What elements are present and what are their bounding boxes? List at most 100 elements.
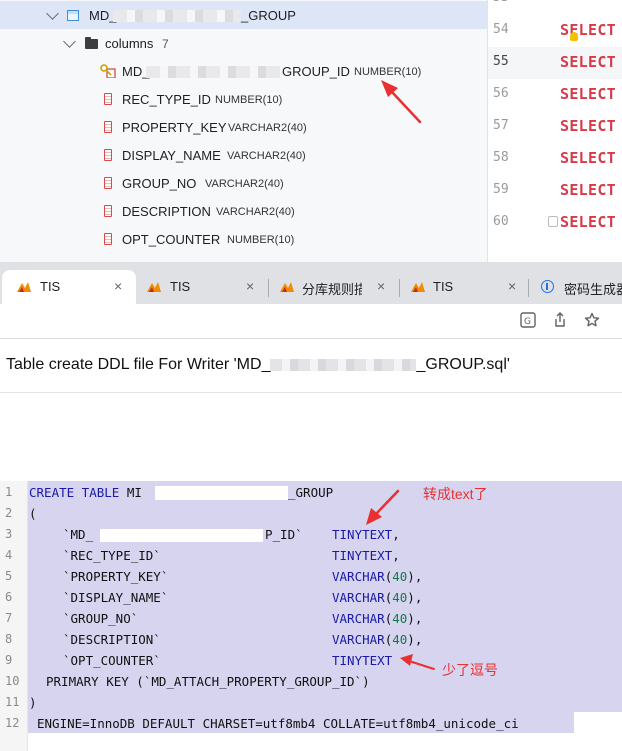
tab-close-icon[interactable]: × (246, 278, 254, 294)
browser-tab[interactable]: 分库规则描述 × (269, 270, 399, 304)
tree-column-item[interactable]: DISPLAY_NAME VARCHAR2(40) (0, 141, 487, 169)
sql-code-block[interactable]: 1 2 3 4 5 6 7 8 9 10 11 12 CREATE TABLE … (0, 481, 622, 751)
folder-icon (85, 37, 98, 49)
line-number: 56 (493, 86, 509, 101)
tree-column-item[interactable]: REC_TYPE_ID NUMBER(10) (0, 85, 487, 113)
editor-line[interactable]: 58 SELECT (488, 143, 622, 175)
intention-bulb-icon[interactable] (570, 32, 578, 41)
sql-column-name: `OPT_COUNTER` (63, 653, 161, 668)
line-number: 59 (493, 182, 509, 197)
redacted-text (155, 486, 288, 500)
line-number: 10 (5, 674, 20, 688)
line-number: 8 (5, 632, 13, 646)
annotation-missing-comma: 少了逗号 (442, 662, 498, 678)
line-number: 6 (5, 590, 13, 604)
tree-column-item[interactable]: MD_ GROUP_ID NUMBER(10) (0, 57, 487, 85)
share-icon[interactable] (551, 311, 569, 329)
column-type: NUMBER(10) (227, 234, 295, 246)
tree-column-item[interactable]: OPT_COUNTER NUMBER(10) (0, 225, 487, 253)
column-type: VARCHAR2(40) (205, 178, 284, 190)
sql-table-name-prefix: MI (126, 485, 142, 500)
browser-tab-active[interactable]: TIS × (2, 270, 136, 304)
sql-type-keyword: TINYTEXT (332, 548, 393, 563)
sql-column-name: `DISPLAY_NAME` (63, 590, 169, 605)
tis-logo-icon (411, 282, 425, 292)
column-type: NUMBER(10) (215, 94, 283, 106)
line-number: 57 (493, 118, 509, 133)
column-type: VARCHAR2(40) (228, 122, 307, 134)
sql-editor-gutter: 53 54 SELECT 55 SELECT 56 SELECT 57 SELE… (487, 0, 622, 262)
sql-column-type: TINYTEXT (332, 653, 392, 668)
line-number: 2 (5, 506, 13, 520)
column-icon (104, 121, 112, 133)
heading-divider (0, 392, 622, 393)
line-number: 60 (493, 214, 509, 229)
tab-title: TIS (433, 279, 454, 294)
line-number: 53 (493, 0, 509, 5)
sql-open-paren: ( (29, 506, 37, 521)
sql-number: 40 (392, 590, 408, 605)
sql-line-create: CREATE TABLE MI (29, 485, 142, 500)
tab-close-icon[interactable]: × (508, 278, 516, 294)
column-icon (104, 149, 112, 161)
sql-separator: , (414, 611, 423, 626)
chevron-down-icon[interactable] (46, 7, 59, 20)
column-name: DISPLAY_NAME (122, 148, 221, 163)
editor-line[interactable]: 57 SELECT (488, 111, 622, 143)
sql-column-type: VARCHAR(40), (332, 611, 423, 626)
sql-column-name-suffix: P_ID` (265, 527, 303, 542)
sql-type-keyword: VARCHAR (332, 569, 385, 584)
sql-column-type: TINYTEXT, (332, 527, 400, 542)
editor-line[interactable]: 54 SELECT (488, 15, 622, 47)
browser-tab[interactable]: TIS × (136, 270, 268, 304)
sql-keyword: SELECT (560, 117, 616, 135)
editor-line[interactable]: 59 SELECT (488, 175, 622, 207)
tree-column-item[interactable]: GROUP_NO VARCHAR2(40) (0, 169, 487, 197)
column-name: GROUP_NO (122, 176, 197, 191)
tree-columns-folder[interactable]: columns 7 (0, 29, 487, 57)
editor-line[interactable]: 60 SELECT (488, 207, 622, 239)
tis-logo-icon (17, 282, 31, 292)
sql-separator: , (392, 527, 400, 542)
column-type: VARCHAR2(40) (216, 206, 295, 218)
translate-icon[interactable]: G (519, 311, 537, 329)
column-icon (104, 205, 112, 217)
sql-number: 40 (392, 632, 408, 647)
sql-column-type: VARCHAR(40), (332, 632, 423, 647)
chevron-down-icon[interactable] (63, 35, 76, 48)
sql-number: 40 (392, 611, 408, 626)
line-number: 11 (5, 695, 20, 709)
sql-keyword: SELECT (560, 181, 616, 199)
browser-tab[interactable]: TIS × (400, 270, 528, 304)
column-icon (104, 93, 112, 105)
column-name: PROPERTY_KEY (122, 120, 227, 135)
address-bar[interactable] (0, 307, 505, 335)
tab-close-icon[interactable]: × (377, 278, 385, 294)
editor-line[interactable]: 55 SELECT (488, 47, 622, 79)
sql-number: 40 (392, 569, 408, 584)
column-icon (104, 233, 112, 245)
line-number: 4 (5, 548, 13, 562)
sql-type-keyword: VARCHAR (332, 611, 385, 626)
fold-marker-icon[interactable] (548, 216, 558, 227)
tab-title: 分库规则描述 (302, 282, 362, 297)
columns-folder-label: columns (105, 36, 154, 51)
editor-line[interactable]: 56 SELECT (488, 79, 622, 111)
sql-separator: , (414, 590, 423, 605)
tree-table-node[interactable]: MD_ _GROUP (0, 1, 487, 29)
tree-column-item[interactable]: DESCRIPTION VARCHAR2(40) (0, 197, 487, 225)
sql-keyword: SELECT (560, 21, 616, 39)
column-name: OPT_COUNTER (122, 232, 221, 247)
browser-tab-bar: TIS × TIS × 分库规则描述 × TIS × 密码生成器 (0, 262, 622, 304)
browser-tab[interactable]: 密码生成器 (529, 270, 622, 304)
sql-type-keyword: VARCHAR (332, 590, 385, 605)
bookmark-star-icon[interactable] (583, 311, 601, 329)
line-number: 3 (5, 527, 13, 541)
primary-key-icon (100, 64, 116, 78)
sql-keyword: CREATE TABLE (29, 485, 120, 500)
table-name-suffix: _GROUP (241, 8, 296, 23)
tree-column-item[interactable]: PROPERTY_KEY VARCHAR2(40) (0, 113, 487, 141)
database-tree: MD_ _GROUP columns 7 MD_ GROUP_ID NUMBER… (0, 0, 487, 262)
sql-table-name-suffix: _GROUP (288, 485, 334, 500)
tab-close-icon[interactable]: × (114, 278, 122, 294)
